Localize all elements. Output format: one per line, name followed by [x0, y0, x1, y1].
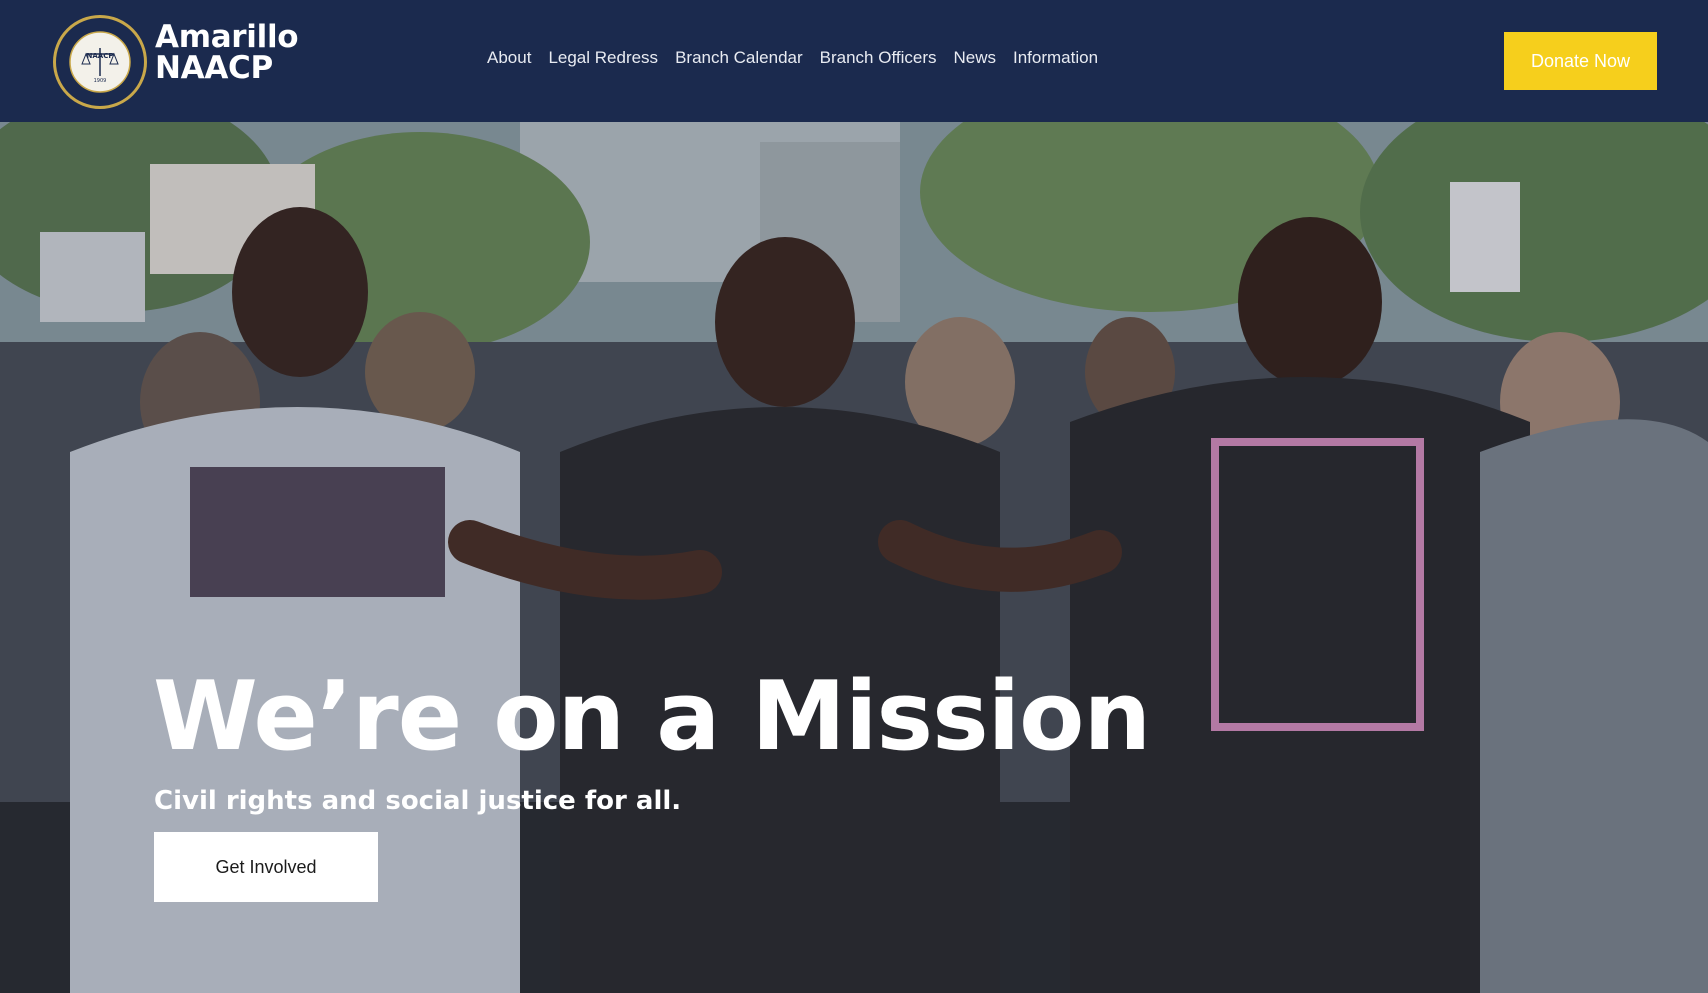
seal-icon: NAACP 1909 [58, 20, 142, 104]
nav-item-branch-calendar[interactable]: Branch Calendar [675, 48, 803, 68]
naacp-seal-logo[interactable]: NAACP 1909 [53, 15, 147, 109]
site-header: NAACP 1909 Amarillo NAACP About Legal Re… [0, 0, 1708, 122]
logo-line-2: NAACP [155, 50, 273, 86]
get-involved-button[interactable]: Get Involved [154, 832, 378, 902]
svg-text:1909: 1909 [94, 78, 107, 84]
nav-item-information[interactable]: Information [1013, 48, 1098, 68]
hero-subtitle: Civil rights and social justice for all. [154, 786, 682, 816]
svg-text:NAACP: NAACP [87, 52, 114, 60]
nav-item-legal-redress[interactable]: Legal Redress [548, 48, 658, 68]
hero-section: We’re on a Mission Civil rights and soci… [0, 122, 1708, 993]
logo-line-1: Amarillo [155, 19, 299, 55]
main-nav: About Legal Redress Branch Calendar Bran… [487, 48, 1098, 68]
site-logo-text[interactable]: Amarillo NAACP [155, 19, 299, 86]
nav-item-about[interactable]: About [487, 48, 531, 68]
nav-item-news[interactable]: News [953, 48, 996, 68]
donate-now-button[interactable]: Donate Now [1504, 32, 1657, 90]
nav-item-branch-officers[interactable]: Branch Officers [820, 48, 937, 68]
hero-title: We’re on a Mission [153, 662, 1151, 772]
